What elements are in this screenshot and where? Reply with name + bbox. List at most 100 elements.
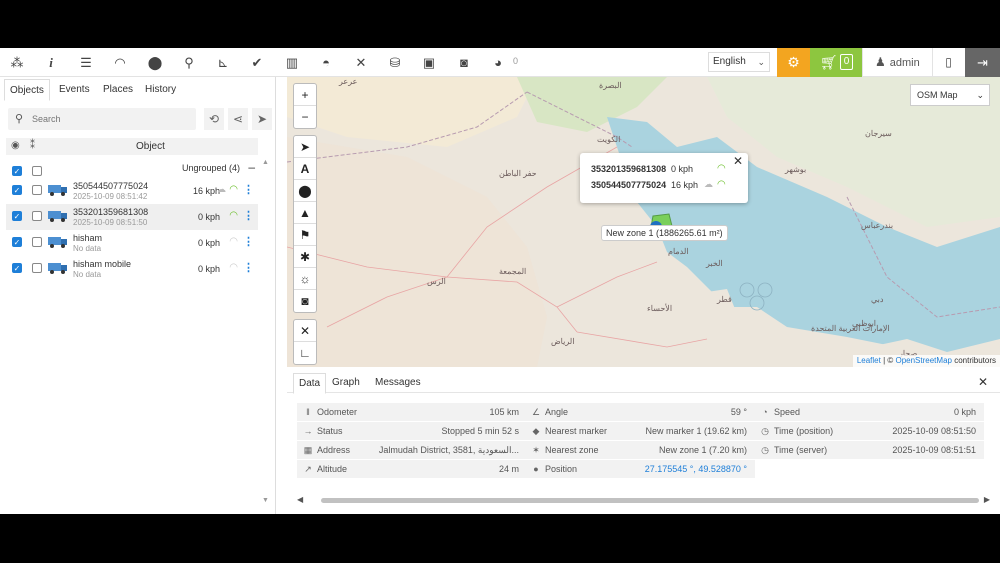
search-input[interactable] bbox=[32, 110, 192, 128]
follow-checkbox[interactable] bbox=[32, 237, 42, 247]
object-name: 353201359681308 bbox=[73, 207, 149, 217]
car-icon[interactable]: ◓ bbox=[317, 54, 335, 72]
tab-data[interactable]: Data bbox=[293, 373, 327, 394]
zone-icon: ✶ bbox=[532, 445, 540, 455]
signal-icon: ◠ bbox=[229, 210, 238, 221]
tab-graph[interactable]: Graph bbox=[327, 373, 365, 393]
object-row[interactable]: ✓ hisham mobile No data 0 kph ◠ ⋮ bbox=[6, 256, 258, 282]
osm-link[interactable]: OpenStreetMap bbox=[895, 356, 951, 365]
search-icon[interactable]: ⚲ bbox=[180, 54, 198, 72]
truck-icon bbox=[48, 185, 68, 196]
scroll-down-icon[interactable]: ▼ bbox=[262, 497, 269, 504]
details-panel: Data Graph Messages ✕ ‖ Odometer 105 km → St… bbox=[287, 367, 1000, 514]
visible-checkbox[interactable]: ✓ bbox=[12, 263, 22, 273]
horizontal-scrollbar[interactable]: ◀ ▶ bbox=[297, 495, 990, 505]
object-name: 350544507775024 bbox=[73, 181, 149, 191]
tab-objects[interactable]: Objects bbox=[4, 79, 50, 101]
tools-icon[interactable]: ✕ bbox=[352, 54, 370, 72]
leaflet-link[interactable]: Leaflet bbox=[857, 356, 881, 365]
tab-places[interactable]: Places bbox=[98, 79, 138, 101]
more-menu-icon[interactable]: ⋮ bbox=[243, 261, 254, 274]
zoom-out-button[interactable]: − bbox=[294, 106, 316, 128]
visible-checkbox[interactable]: ✓ bbox=[12, 211, 22, 221]
scroll-left-icon[interactable]: ◀ bbox=[297, 495, 303, 504]
route-icon[interactable]: ▲ bbox=[294, 202, 316, 224]
filter-button[interactable]: ➤ bbox=[252, 108, 272, 130]
details-tabs: Data Graph Messages ✕ bbox=[287, 373, 1000, 394]
follow-icon[interactable]: ⁑ bbox=[30, 140, 35, 151]
map-place-label: الرس bbox=[427, 277, 446, 286]
mobile-button[interactable]: ▯ bbox=[932, 48, 964, 77]
detail-value[interactable]: 27.175545 °, 49.528870 ° bbox=[645, 460, 747, 478]
user-menu[interactable]: ♟ admin bbox=[862, 48, 932, 77]
popup-row[interactable]: 350544507775024 16 kph ☁ ◠ bbox=[591, 179, 741, 194]
check-icon[interactable]: ✔ bbox=[248, 54, 266, 72]
object-row[interactable]: ✓ 350544507775024 2025-10-09 08:51:42 16 kp… bbox=[6, 178, 258, 204]
detail-value: 0 kph bbox=[953, 407, 976, 417]
book-icon[interactable]: ▥ bbox=[283, 54, 301, 72]
ruler-icon[interactable]: ∟ bbox=[294, 342, 316, 364]
language-select[interactable]: English ⌄ bbox=[708, 52, 770, 72]
scroll-right-icon[interactable]: ▶ bbox=[984, 495, 990, 504]
scroll-up-icon[interactable]: ▲ bbox=[262, 159, 269, 166]
gauge-icon[interactable]: ◠ bbox=[111, 54, 129, 72]
popup-object-name: 350544507775024 bbox=[591, 180, 667, 190]
zoom-in-button[interactable]: + bbox=[294, 84, 316, 106]
camera-icon[interactable]: ◙ bbox=[294, 290, 316, 312]
language-value: English bbox=[713, 56, 746, 67]
close-icon[interactable]: ✕ bbox=[978, 375, 988, 389]
collapse-icon[interactable]: – bbox=[248, 160, 255, 174]
status-icon: → bbox=[303, 426, 313, 436]
tab-history[interactable]: History bbox=[140, 79, 181, 101]
more-menu-icon[interactable]: ⋮ bbox=[243, 209, 254, 222]
object-row[interactable]: ✓ 353201359681308 2025-10-09 08:51:50 0 kph… bbox=[6, 204, 258, 230]
group-follow-checkbox[interactable] bbox=[32, 166, 42, 176]
map-place-label: الأحساء bbox=[647, 304, 673, 313]
reload-button[interactable]: ⟲ bbox=[204, 108, 224, 130]
sun-icon[interactable]: ☼ bbox=[294, 268, 316, 290]
settings-button[interactable]: ⚙ bbox=[777, 48, 810, 77]
fullscreen-icon[interactable]: ✕ bbox=[294, 320, 316, 342]
popup-row[interactable]: 353201359681308 0 kph ◠ bbox=[591, 163, 741, 178]
sliders-icon[interactable]: ☰ bbox=[77, 54, 95, 72]
detail-label: Nearest zone bbox=[545, 445, 599, 455]
group-visible-checkbox[interactable]: ✓ bbox=[12, 166, 22, 176]
logout-button[interactable]: ⇥ bbox=[965, 48, 1000, 77]
more-menu-icon[interactable]: ⋮ bbox=[243, 235, 254, 248]
flag-icon[interactable]: ⚑ bbox=[294, 224, 316, 246]
reload-icon: ⟲ bbox=[208, 112, 220, 126]
follow-checkbox[interactable] bbox=[32, 211, 42, 221]
tab-messages[interactable]: Messages bbox=[370, 373, 426, 393]
navigate-icon[interactable]: ➤ bbox=[294, 136, 316, 158]
scrollbar-thumb[interactable] bbox=[321, 498, 979, 503]
map-type-select[interactable]: OSM Map ⌄ bbox=[910, 84, 990, 106]
tab-events[interactable]: Events bbox=[54, 79, 95, 101]
info-icon[interactable]: i bbox=[42, 54, 60, 72]
text-label-icon[interactable]: A bbox=[294, 158, 316, 180]
group-label: Ungrouped (4) bbox=[181, 163, 240, 173]
follow-checkbox[interactable] bbox=[32, 263, 42, 273]
detail-label: Position bbox=[545, 464, 578, 474]
eye-icon[interactable]: ◉ bbox=[11, 140, 20, 151]
cart-button[interactable]: 🛒︎ 0 bbox=[810, 48, 862, 77]
window-icon[interactable]: ▣ bbox=[420, 54, 438, 72]
visible-checkbox[interactable]: ✓ bbox=[12, 237, 22, 247]
object-row[interactable]: ✓ hisham No data 0 kph ◠ ⋮ bbox=[6, 230, 258, 256]
map-view[interactable]: البصرة الكويت حفر الباطن الدمام الرياض الأحسا… bbox=[287, 77, 1000, 367]
share-button[interactable]: ⋖ bbox=[228, 108, 248, 130]
more-menu-icon[interactable]: ⋮ bbox=[243, 183, 254, 196]
chat-icon[interactable]: ◕ bbox=[489, 54, 507, 72]
asterisk-icon[interactable]: ✱ bbox=[294, 246, 316, 268]
database-icon[interactable]: ⛁ bbox=[386, 54, 404, 72]
column-title: Object bbox=[136, 141, 165, 152]
signal-icon: ◠ bbox=[717, 163, 726, 174]
grid-icon[interactable]: ⁂ bbox=[8, 54, 26, 72]
truck-icon bbox=[48, 211, 68, 222]
pin-icon[interactable]: ⬤ bbox=[146, 54, 164, 72]
camera-icon[interactable]: ◙ bbox=[455, 54, 473, 72]
chart-icon[interactable]: ⊾ bbox=[214, 54, 232, 72]
follow-checkbox[interactable] bbox=[32, 185, 42, 195]
chevron-down-icon: ⌄ bbox=[976, 90, 984, 100]
marker-icon[interactable]: ⬤ bbox=[294, 180, 316, 202]
visible-checkbox[interactable]: ✓ bbox=[12, 185, 22, 195]
